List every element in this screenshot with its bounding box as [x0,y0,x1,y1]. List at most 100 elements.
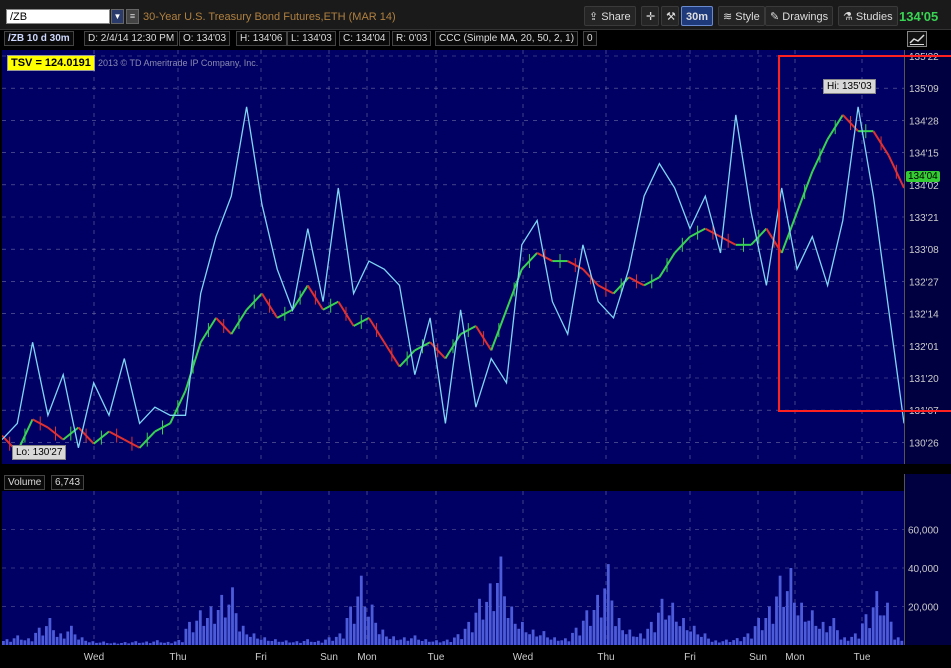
volume-bar [703,633,707,645]
volume-bar [206,618,209,645]
volume-bar [581,620,585,645]
drawings-label: Drawings [782,11,829,23]
volume-bar [614,626,617,645]
volume-bar [785,591,789,645]
date-tick-label: Sun [320,652,338,663]
volume-bar [753,626,757,645]
volume-bar [73,634,77,645]
date-tick-label: Mon [357,652,376,663]
volume-header [2,474,904,491]
volume-axis[interactable]: 60,000 40,000 20,000 [904,474,951,645]
volume-bar [188,621,191,645]
volume-bar [413,635,417,645]
symbol-input[interactable]: /ZB [6,9,110,24]
share-icon: ⇪ [589,11,602,23]
volume-bar [599,617,603,645]
volume-bar [828,626,832,645]
volume-bar [453,637,456,645]
volume-bar [746,633,750,645]
volume-bar [606,564,610,645]
volume-bar [800,602,803,645]
volume-bar [596,594,599,645]
timeframe-button[interactable]: 30m [681,6,714,26]
volume-bar [410,638,413,645]
symbol-picker-icon[interactable]: ≡ [126,9,139,24]
volume-bar [356,596,360,645]
volume-bar [896,637,900,645]
volume-bar [513,623,517,645]
drawings-button[interactable]: ✎ Drawings [765,6,834,26]
price-tick-label: 130'26 [909,438,939,449]
volume-bar [52,630,55,645]
volume-bar [234,613,238,645]
volume-bar [499,556,503,645]
volume-bar [463,628,467,645]
price-chart-svg[interactable] [1,50,905,464]
date-tick-label: Tue [854,652,871,663]
volume-bar [692,625,696,646]
volume-bar [506,618,510,645]
date-tick-label: Fri [684,652,696,663]
volume-label[interactable]: Volume [4,475,46,490]
date-tick-label: Wed [513,652,533,663]
symbol-dropdown-icon[interactable]: ▼ [111,9,124,24]
volume-bar [571,632,574,645]
volume-bar [789,568,793,645]
copyright-notice: 2013 © TD Ameritrade IP Company, Inc. [98,58,259,68]
share-button[interactable]: ⇪ Share [584,6,636,26]
volume-bar [263,637,267,645]
volume-bar [503,596,506,645]
studies-button[interactable]: ⚗ Studies [838,6,898,26]
volume-bar [41,635,45,645]
style-label: Style [735,11,760,23]
volume-bar [807,620,811,645]
chart-style-icon[interactable] [907,31,927,47]
style-button[interactable]: ≋ Style [718,6,765,26]
volume-bar [589,625,592,645]
volume-bar [359,575,363,645]
volume-bar [538,635,542,645]
wrench-button[interactable]: ⚒ [661,6,679,26]
volume-bar [535,636,539,645]
volume-bar [886,602,889,645]
volume-bar [649,621,653,645]
chart-symbol-label[interactable]: /ZB 10 d 30m [4,31,74,46]
low-marker-label: Lo: 130'27 [12,445,67,460]
volume-bar [524,632,528,645]
volume-bar [45,626,48,645]
volume-bar [531,629,535,645]
volume-bar [735,638,739,645]
volume-bar [528,634,531,645]
date-axis[interactable]: Wed Thu Fri Sun Mon Tue Wed Thu Fri Sun Mon Tue [0,645,951,668]
volume-bar [252,633,256,645]
date-tick-label: Mon [785,652,804,663]
volume-bar [632,636,635,645]
volume-bar [478,598,481,645]
volume-bar [488,583,492,645]
date-tick-label: Wed [84,652,104,663]
crosshair-button[interactable]: ✛ [641,6,659,26]
volume-bar [474,612,478,645]
volume-bar [223,617,227,645]
studies-label: Studies [855,11,893,23]
volume-chart-svg[interactable] [2,491,904,646]
date-tick-label: Thu [597,652,614,663]
info-low: L: 134'03 [287,31,336,46]
volume-tick-label: 60,000 [908,526,939,537]
volume-bar [227,604,231,645]
price-plot-area[interactable] [1,50,905,464]
volume-bar [327,637,331,645]
volume-bar [334,636,338,645]
volume-bar [696,634,700,645]
volume-bar [370,604,374,645]
style-icon: ≋ [723,11,736,23]
volume-bar [578,635,582,645]
volume-bar [37,627,41,645]
info-study[interactable]: CCC (Simple MA, 20, 50, 2, 1) [435,31,579,46]
volume-bar [496,583,499,645]
volume-bar [184,628,188,645]
volume-plot-area[interactable] [2,491,904,646]
volume-bar [456,634,460,645]
volume-bar [485,601,488,645]
volume-bar [517,628,521,645]
